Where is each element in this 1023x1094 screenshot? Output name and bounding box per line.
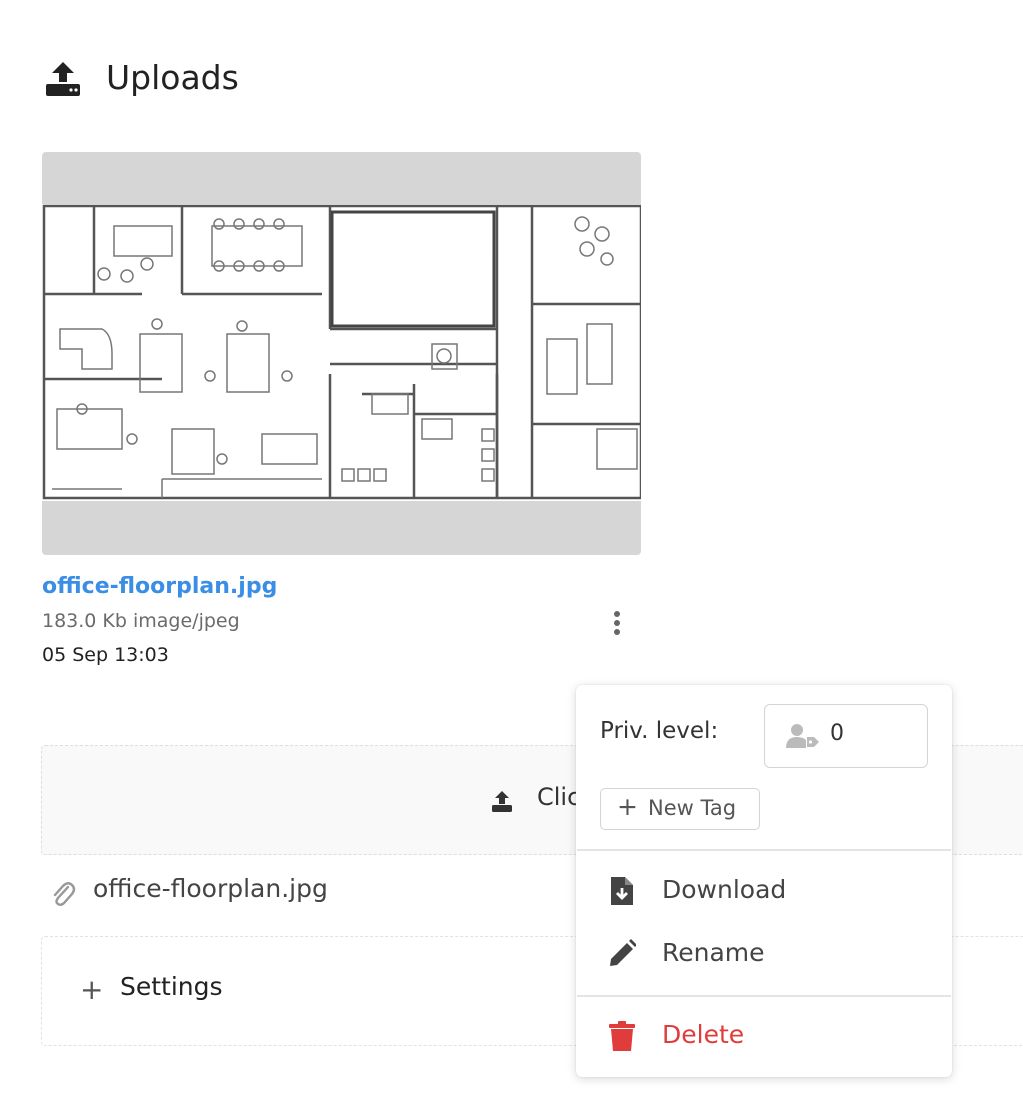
plus-icon: + [80,973,104,1006]
menu-divider [577,849,951,851]
menu-item-delete[interactable]: Delete [662,1020,744,1049]
priv-level-label: Priv. level: [600,718,719,744]
dropzone-label: Clic [537,783,581,811]
menu-item-download[interactable]: Download [662,875,786,904]
menu-divider [577,995,951,997]
attachment-name[interactable]: office-floorplan.jpg [93,874,328,903]
page-title: Uploads [106,58,239,97]
floorplan-image [42,204,641,501]
settings-label[interactable]: Settings [120,972,223,1001]
menu-item-rename[interactable]: Rename [662,938,765,967]
more-options-icon[interactable] [606,608,628,640]
upload-icon [46,62,80,96]
paperclip-icon [53,882,76,906]
file-meta: 183.0 Kb image/jpeg [42,610,240,632]
user-tag-icon [786,724,819,748]
priv-level-value: 0 [830,721,844,746]
upload-icon [492,791,512,812]
file-name-link[interactable]: office-floorplan.jpg [42,574,277,599]
file-date: 05 Sep 13:03 [42,644,169,666]
file-download-icon [611,877,633,905]
trash-icon [609,1021,635,1051]
pencil-icon [610,939,636,966]
new-tag-label: New Tag [648,796,737,820]
file-thumbnail[interactable] [42,152,641,555]
plus-icon: + [617,792,638,821]
